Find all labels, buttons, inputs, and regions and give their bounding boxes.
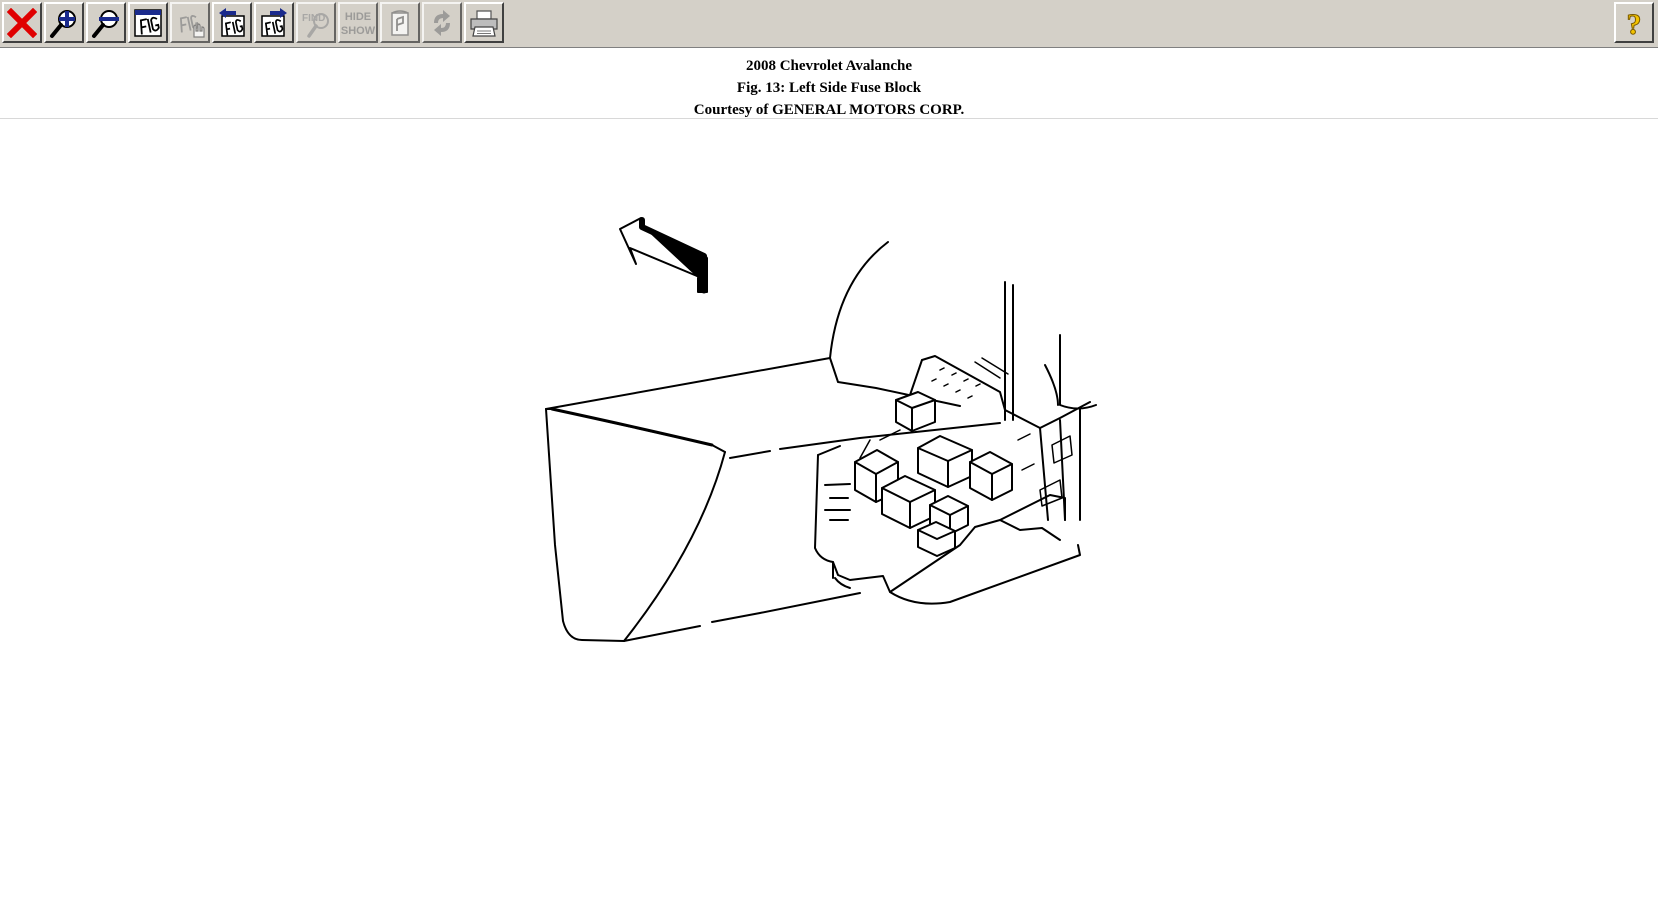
help-button[interactable]: ?: [1614, 2, 1654, 43]
close-icon: [7, 7, 37, 38]
hide-show-icon: HIDE SHOW: [341, 11, 375, 37]
next-figure-button[interactable]: [254, 2, 294, 43]
refresh-icon: [434, 9, 450, 36]
notes-button[interactable]: [380, 2, 420, 43]
previous-figure-icon: [219, 7, 245, 37]
courtesy-line: Courtesy of GENERAL MOTORS CORP.: [693, 102, 965, 118]
figure-header: 2008 Chevrolet Avalanche Fig. 13: Left S…: [0, 49, 1658, 119]
figure-hand-icon: [179, 14, 205, 38]
notes-icon: [391, 9, 409, 36]
svg-text:SHOW: SHOW: [341, 25, 375, 37]
zoom-in-button[interactable]: [44, 2, 84, 43]
previous-figure-button[interactable]: [212, 2, 252, 43]
pillar: [1004, 281, 1014, 421]
printer-icon: [470, 9, 498, 37]
toolbar: FIND HIDE SHOW ?: [0, 0, 1658, 48]
figure-select-button[interactable]: [170, 2, 210, 43]
direction-arrow-icon: [619, 217, 708, 294]
figure-icon: [134, 8, 162, 37]
help-icon: ?: [1626, 7, 1642, 39]
figure-button[interactable]: [128, 2, 168, 43]
svg-text:?: ?: [1627, 8, 1642, 39]
figure-title: Fig. 13: Left Side Fuse Block: [736, 80, 922, 96]
vehicle-title: 2008 Chevrolet Avalanche: [745, 58, 913, 74]
next-figure-icon: [261, 7, 287, 37]
figure-area: [0, 120, 1658, 913]
hide-show-button[interactable]: HIDE SHOW: [338, 2, 378, 43]
svg-text:HIDE: HIDE: [345, 11, 371, 23]
print-button[interactable]: [464, 2, 504, 43]
fuse-block-illustration: [545, 217, 1097, 642]
zoom-in-icon: [50, 9, 76, 38]
relay-group: [854, 391, 1013, 557]
close-button[interactable]: [2, 2, 42, 43]
find-button[interactable]: FIND: [296, 2, 336, 43]
zoom-out-icon: [92, 9, 119, 38]
find-icon: FIND: [302, 12, 329, 38]
refresh-button[interactable]: [422, 2, 462, 43]
zoom-out-button[interactable]: [86, 2, 126, 43]
dash-panel-edge: [829, 241, 889, 359]
